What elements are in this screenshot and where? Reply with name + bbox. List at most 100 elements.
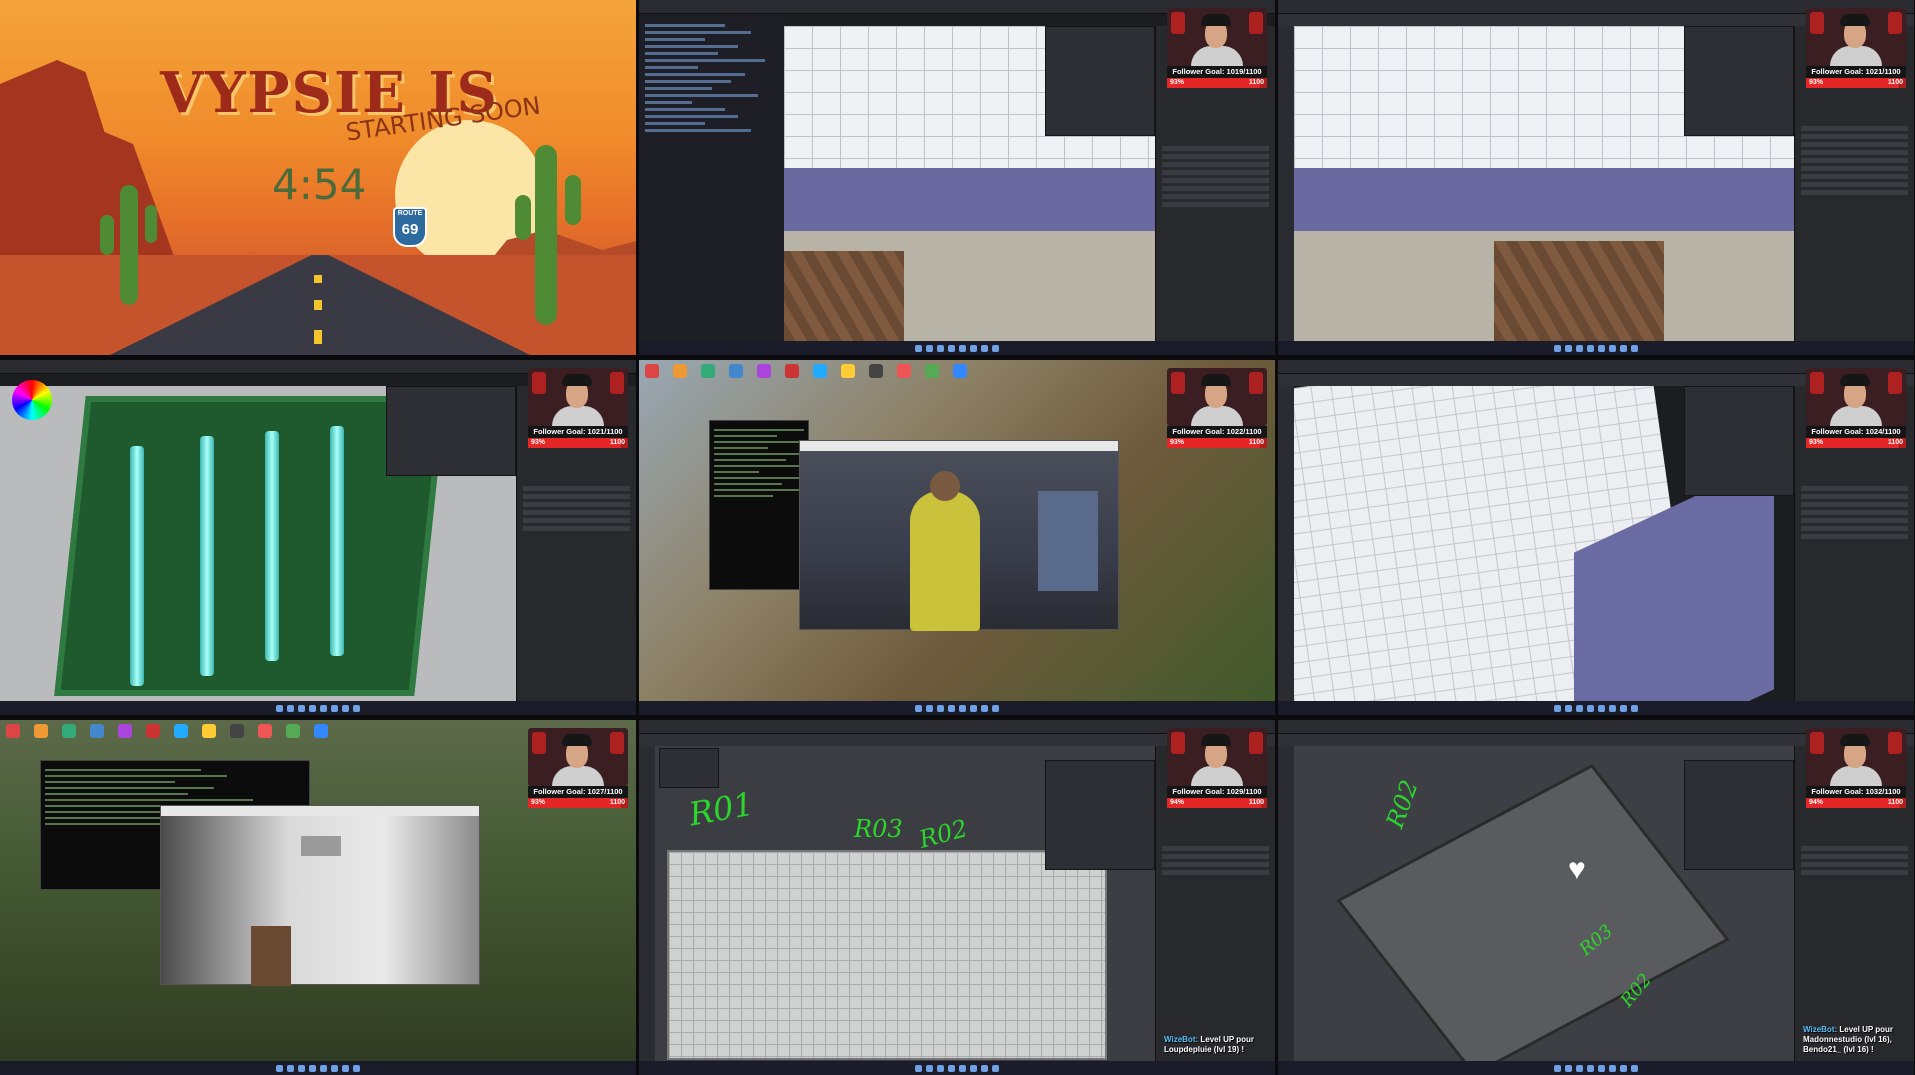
follower-goal-label: Follower Goal: 1029/1100 [1167,786,1267,798]
chat-message: WizeBot: Level UP pour Loupdepluie (lvl … [1164,1035,1269,1055]
webcam-feed [1806,8,1906,66]
properties-panel[interactable] [1045,760,1155,870]
blender-shelf-model: Follower Goal: 1021/1100 93% 1100 [0,360,636,715]
wood-floor [1494,241,1664,341]
goal-max: 1100 [609,799,625,806]
floorplan-top-view [667,850,1107,1060]
blender-office-view-2: Follower Goal: 1021/1100 93% 1100 [1278,0,1914,355]
player-character [910,491,980,631]
desktop-icons[interactable] [6,724,336,738]
cactus [120,185,138,305]
goal-percent: 93% [531,799,546,806]
follower-goal-label: Follower Goal: 1021/1100 [528,426,628,438]
properties-panel[interactable] [386,386,516,476]
follower-goal-label: Follower Goal: 1022/1100 [1167,426,1267,438]
game-window[interactable] [160,805,480,986]
desktop-icons[interactable] [645,364,975,378]
sketch-label: R02 [1380,776,1424,832]
follower-goal-label: Follower Goal: 1027/1100 [528,786,628,798]
follower-goal-bar: 93% 1100 [1167,438,1267,448]
webcam-overlay: Follower Goal: 1019/1100 93% 1100 [1167,8,1267,98]
sketch-label: R01 [686,784,757,834]
taskbar[interactable] [1278,701,1914,715]
hallway-door [251,926,291,986]
game-window[interactable] [799,440,1119,631]
blender-room-topdown: Follower Goal: 1024/1100 93% 1100 [1278,360,1914,715]
webcam-feed [528,728,628,786]
goal-max: 1100 [1248,799,1264,806]
road-stripe [314,330,322,344]
blender-office-view-1: Follower Goal: 1019/1100 93% 1100 [639,0,1275,355]
tool-shelf[interactable] [1278,746,1294,1061]
game-window-titlebar[interactable] [800,441,1118,451]
starting-soon-screen: VYPSIE IS STARTING SOON 4:54 ROUTE 69 [0,0,636,355]
webcam-feed [1167,728,1267,786]
game-view [800,451,1118,631]
wood-floor [784,251,904,341]
follower-goal-label: Follower Goal: 1032/1100 [1806,786,1906,798]
follower-goal-label: Follower Goal: 1021/1100 [1806,66,1906,78]
stream-grid: VYPSIE IS STARTING SOON 4:54 ROUTE 69 Fo… [0,0,1915,1075]
webcam-feed [528,368,628,426]
webcam-overlay: Follower Goal: 1032/1100 94% 1100 [1806,728,1906,818]
properties-panel[interactable] [1684,386,1794,496]
player-head [930,471,960,501]
webcam-feed [1806,368,1906,426]
light-tube [265,431,279,661]
webcam-feed [1806,728,1906,786]
goal-percent: 93% [1809,439,1824,446]
road-stripe [314,300,322,310]
office-door [1038,491,1098,591]
chat-author: WizeBot: [1803,1025,1838,1034]
taskbar[interactable] [639,1061,1275,1075]
properties-panel[interactable] [1684,26,1794,136]
light-tube [130,446,144,686]
taskbar[interactable] [0,1061,636,1075]
game-view [161,816,479,986]
webcam-overlay: Follower Goal: 1021/1100 93% 1100 [528,368,628,458]
follower-goal-label: Follower Goal: 1024/1100 [1806,426,1906,438]
taskbar[interactable] [1278,341,1914,355]
desktop-hallway-test: Follower Goal: 1027/1100 93% 1100 [0,720,636,1075]
goal-percent: 93% [531,439,546,446]
follower-goal-bar: 93% 1100 [1806,438,1906,448]
taskbar[interactable] [639,341,1275,355]
goal-max: 1100 [1887,799,1903,806]
route-sign-number: 69 [401,221,419,238]
follower-goal-bar: 94% 1100 [1806,798,1906,808]
light-tube [200,436,214,676]
properties-panel[interactable] [1045,26,1155,136]
ceiling-vent [301,836,341,856]
color-picker[interactable] [12,380,52,420]
countdown-timer: 4:54 [272,160,367,209]
light-tube [330,426,344,656]
goal-percent: 94% [1809,799,1824,806]
goal-max: 1100 [1887,79,1903,86]
properties-panel[interactable] [1684,760,1794,870]
route-sign-label: ROUTE [397,210,423,217]
object-info-panel[interactable] [659,748,719,788]
goal-max: 1100 [609,439,625,446]
taskbar[interactable] [1278,1061,1914,1075]
sketch-label: R03 [854,815,903,843]
tool-shelf[interactable] [639,746,655,1061]
follower-goal-bar: 93% 1100 [528,438,628,448]
webcam-overlay: Follower Goal: 1029/1100 94% 1100 [1167,728,1267,818]
webcam-overlay: Follower Goal: 1024/1100 93% 1100 [1806,368,1906,458]
chat-message: WizeBot: Level UP pour Madonnestudio (lv… [1803,1025,1908,1055]
follower-goal-bar: 94% 1100 [1167,798,1267,808]
goal-percent: 93% [1170,439,1185,446]
goal-max: 1100 [1248,439,1264,446]
webcam-feed [1167,368,1267,426]
server-console[interactable] [709,420,809,590]
goal-percent: 94% [1170,799,1185,806]
cactus-arm [515,195,531,240]
tool-shelf[interactable] [1278,26,1294,341]
taskbar[interactable] [639,701,1275,715]
tool-shelf[interactable] [1278,386,1294,701]
webcam-feed [1167,8,1267,66]
webcam-overlay: Follower Goal: 1022/1100 93% 1100 [1167,368,1267,458]
cactus-arm [145,205,157,243]
taskbar[interactable] [0,701,636,715]
game-window-titlebar[interactable] [161,806,479,816]
